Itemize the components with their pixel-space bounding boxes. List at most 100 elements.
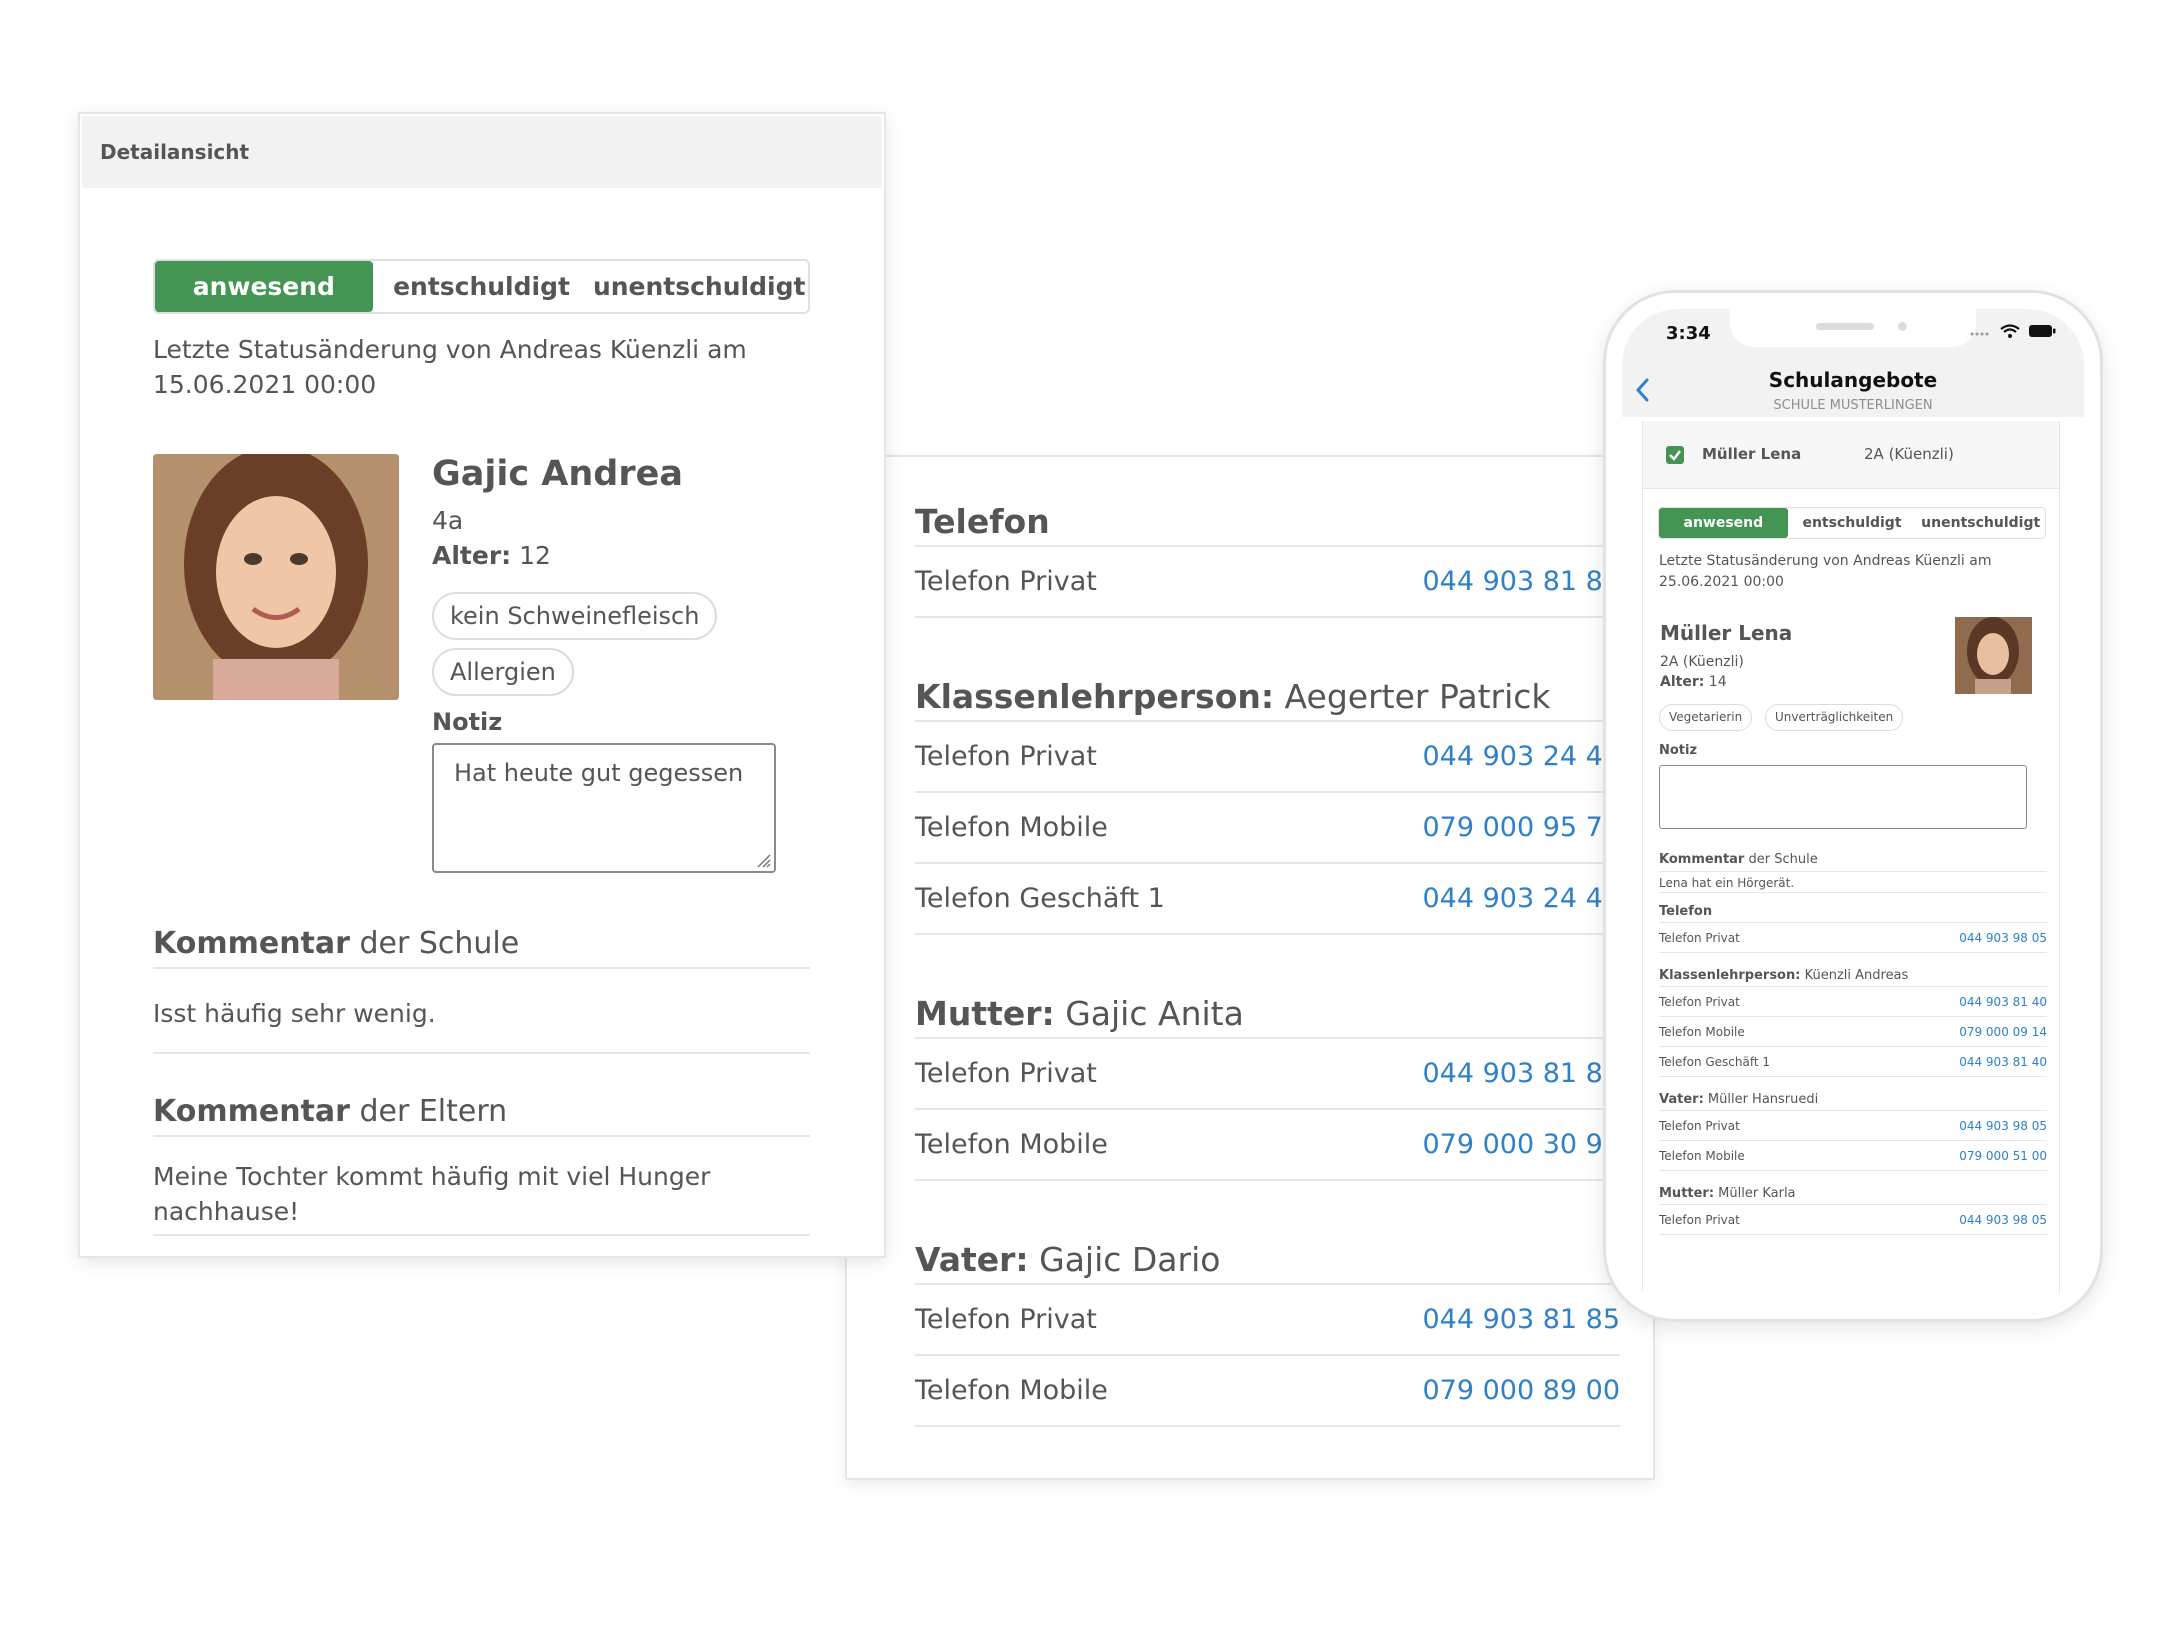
phone-link[interactable]: 079 000 89 00: [1422, 1375, 1620, 1406]
contacts-list: Telefon Telefon Privat 044 903 81 85 Klas…: [915, 497, 1620, 1427]
student-photo: [153, 454, 399, 700]
battery-icon: [2029, 325, 2056, 337]
phone-navbar: 3:34 Schulangebote SCHULE MUSTERLINGEN: [1622, 309, 2084, 417]
student-age: Alter: 12: [432, 541, 551, 570]
phone-contact-row: Telefon Mobile 079 000 51 00: [1659, 1141, 2047, 1171]
contact-label: Telefon Geschäft 1: [915, 883, 1165, 914]
contacts-panel: Telefon Telefon Privat 044 903 81 85 Klas…: [845, 455, 1655, 1480]
status-change-info: Letzte Statusänderung von Andreas Küenzl…: [153, 335, 747, 399]
phone-diet-tag: Vegetarierin: [1659, 704, 1753, 731]
phone-intolerance-tag: Unverträglichkeiten: [1765, 704, 1904, 731]
signal-icon: [1970, 332, 1989, 336]
phone-screen: 3:34 Schulangebote SCHULE MUSTERLINGEN M…: [1622, 309, 2084, 1303]
phone-contact-section-title: Klassenlehrperson: Küenzli Andreas: [1659, 965, 2047, 987]
phone-notiz-textarea[interactable]: [1659, 765, 2027, 829]
phone-contact-row: Telefon Privat 044 903 98 05: [1659, 1205, 2047, 1235]
phone-notch: [1730, 309, 1976, 347]
wifi-icon: [2000, 324, 2020, 338]
phone-student-class: 2A (Küenzli): [1660, 654, 1744, 670]
contact-label: Telefon Privat: [915, 566, 1097, 597]
phone-contact-section-title: Telefon: [1659, 901, 2047, 923]
nav-subtitle: SCHULE MUSTERLINGEN: [1773, 398, 1933, 413]
status-icons: [1970, 324, 2056, 338]
nav-title: Schulangebote: [1768, 368, 1938, 392]
contact-label: Telefon Mobile: [915, 1129, 1108, 1160]
phone-status-segmented-control: anwesend entschuldigt unentschuldigt: [1658, 507, 2046, 539]
status-option-entschuldigt[interactable]: entschuldigt: [373, 261, 591, 312]
phone-contact-row: Telefon Mobile 079 000 09 14: [1659, 1017, 2047, 1047]
contact-section-title: Vater: Gajic Dario: [915, 1235, 1620, 1285]
diet-tag: kein Schweinefleisch: [432, 592, 718, 640]
contact-row: Telefon Privat 044 903 81 85: [915, 1285, 1620, 1356]
phone-link[interactable]: 044 903 81 85: [1422, 566, 1620, 597]
status-option-anwesend[interactable]: anwesend: [155, 261, 373, 312]
phone-contact-row: Telefon Privat 044 903 98 05: [1659, 923, 2047, 953]
contact-section-title: Telefon: [915, 497, 1620, 547]
phone-student-photo: [1955, 617, 2032, 694]
phone-student-name: Müller Lena: [1660, 621, 1793, 645]
phone-school-comment-title: Kommentar der Schule: [1659, 852, 1818, 867]
phone-link[interactable]: 044 903 98 05: [1959, 1213, 2047, 1227]
phone-contact-row: Telefon Privat 044 903 81 40: [1659, 987, 2047, 1017]
parent-comment-text: Meine Tochter kommt häufig mit viel Hung…: [153, 1149, 810, 1236]
contact-row: Telefon Privat 044 903 81 85: [915, 1039, 1620, 1110]
contact-row: Telefon Mobile 079 000 30 99: [915, 1110, 1620, 1181]
phone-contact-section-title: Mutter: Müller Karla: [1659, 1183, 2047, 1205]
contact-row: Telefon Mobile 079 000 95 79: [915, 793, 1620, 864]
list-row-class: 2A (Küenzli): [1864, 445, 1954, 463]
status-option-unentschuldigt[interactable]: unentschuldigt: [1916, 508, 2045, 538]
student-class: 4a: [432, 506, 464, 535]
student-name: Gajic Andrea: [432, 454, 683, 494]
phone-link[interactable]: 044 903 98 05: [1959, 1119, 2047, 1133]
parent-comment-title: Kommentar der Eltern: [153, 1087, 810, 1137]
school-comment-text: Isst häufig sehr wenig.: [153, 984, 810, 1054]
status-segmented-control: anwesend entschuldigt unentschuldigt: [153, 259, 810, 314]
phone-link[interactable]: 044 903 81 40: [1959, 995, 2047, 1009]
contact-row: Telefon Privat 044 903 81 85: [915, 547, 1620, 618]
detail-panel: Detailansicht anwesend entschuldigt unen…: [78, 112, 886, 1258]
camera-dot: [1898, 322, 1907, 331]
phone-contact-row: Telefon Privat 044 903 98 05: [1659, 1111, 2047, 1141]
contact-section-title: Klassenlehrperson: Aegerter Patrick: [915, 672, 1620, 722]
phone-school-comment-text: Lena hat ein Hörgerät.: [1659, 871, 2047, 893]
status-time: 3:34: [1666, 323, 1711, 344]
status-option-entschuldigt[interactable]: entschuldigt: [1788, 508, 1917, 538]
contact-label: Telefon Privat: [915, 741, 1097, 772]
allergy-tag: Allergien: [432, 648, 574, 696]
contact-row: Telefon Mobile 079 000 89 00: [915, 1356, 1620, 1427]
phone-mockup: 3:34 Schulangebote SCHULE MUSTERLINGEN M…: [1603, 290, 2103, 1322]
student-list-row[interactable]: Müller Lena 2A (Küenzli): [1643, 421, 2059, 489]
phone-link[interactable]: 079 000 95 79: [1422, 812, 1620, 843]
checkbox-checked-icon[interactable]: [1666, 446, 1684, 464]
phone-link[interactable]: 079 000 09 14: [1959, 1025, 2047, 1039]
contact-label: Telefon Mobile: [915, 812, 1108, 843]
phone-link[interactable]: 044 903 24 47: [1422, 883, 1620, 914]
status-option-unentschuldigt[interactable]: unentschuldigt: [590, 261, 808, 312]
school-comment-title: Kommentar der Schule: [153, 919, 810, 969]
panel-header: Detailansicht: [82, 116, 882, 188]
phone-contact-row: Telefon Geschäft 1 044 903 81 40: [1659, 1047, 2047, 1077]
phone-link[interactable]: 044 903 24 47: [1422, 741, 1620, 772]
phone-link[interactable]: 079 000 51 00: [1959, 1149, 2047, 1163]
contact-row: Telefon Geschäft 1 044 903 24 47: [915, 864, 1620, 935]
list-row-name: Müller Lena: [1702, 445, 1802, 463]
phone-student-age: Alter: 14: [1660, 674, 1727, 690]
contact-label: Telefon Privat: [915, 1304, 1097, 1335]
phone-status-change-info: Letzte Statusänderung von Andreas Küenzl…: [1659, 553, 1992, 590]
phone-contact-section-title: Vater: Müller Hansruedi: [1659, 1089, 2047, 1111]
notiz-label: Notiz: [432, 708, 503, 736]
notiz-textarea[interactable]: Hat heute gut gegessen: [432, 743, 776, 873]
phone-link[interactable]: 044 903 81 85: [1422, 1304, 1620, 1335]
contact-label: Telefon Mobile: [915, 1375, 1108, 1406]
contact-section-title: Mutter: Gajic Anita: [915, 989, 1620, 1039]
resize-handle-icon[interactable]: [755, 852, 771, 868]
phone-link[interactable]: 079 000 30 99: [1422, 1129, 1620, 1160]
phone-link[interactable]: 044 903 81 40: [1959, 1055, 2047, 1069]
phone-notiz-label: Notiz: [1659, 743, 1698, 758]
phone-link[interactable]: 044 903 81 85: [1422, 1058, 1620, 1089]
phone-content: Müller Lena 2A (Küenzli) anwesend entsch…: [1642, 421, 2060, 1303]
phone-link[interactable]: 044 903 98 05: [1959, 931, 2047, 945]
status-option-anwesend[interactable]: anwesend: [1659, 508, 1788, 538]
contact-label: Telefon Privat: [915, 1058, 1097, 1089]
contact-row: Telefon Privat 044 903 24 47: [915, 722, 1620, 793]
